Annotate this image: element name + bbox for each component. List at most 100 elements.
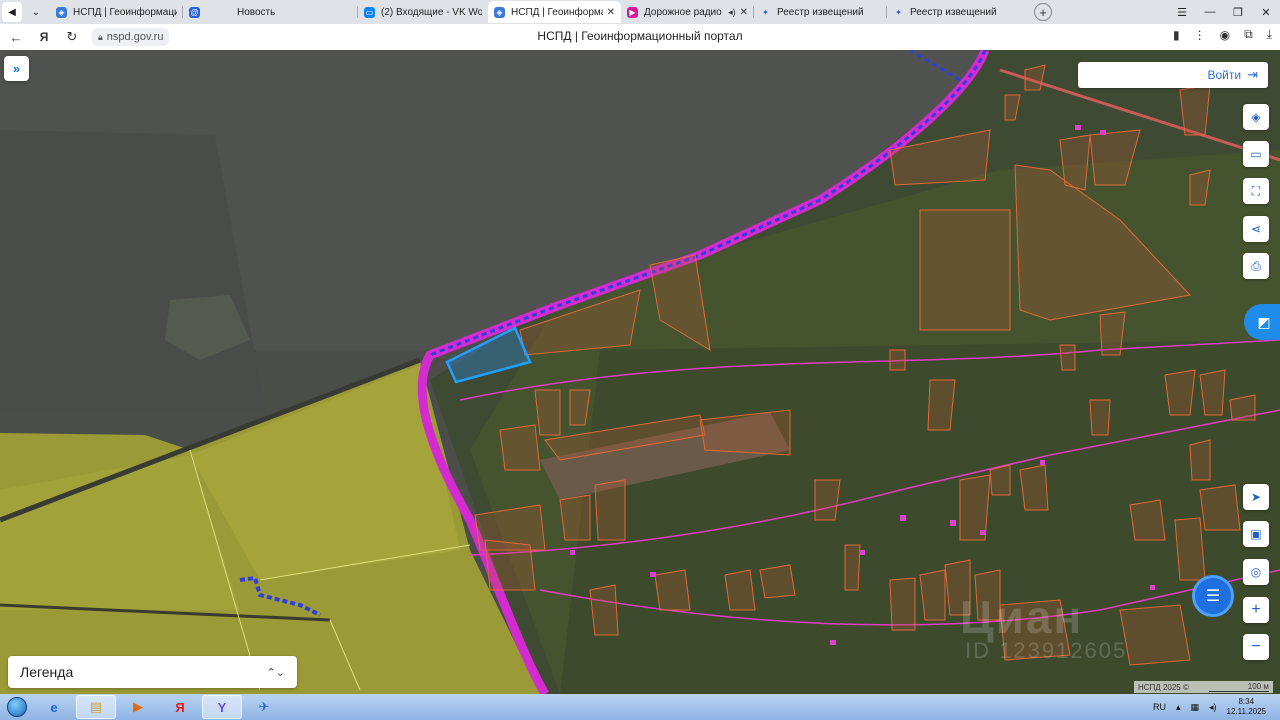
select-area-icon: ⛶ — [1251, 183, 1261, 198]
login-button[interactable]: Войти ⇥ — [1078, 62, 1268, 88]
url-text: nspd.gov.ru — [106, 31, 164, 43]
close-window-icon[interactable]: ✕ — [1252, 6, 1280, 19]
layers-icon: ◈ — [1251, 110, 1261, 124]
legend-label: Легенда — [20, 664, 74, 680]
network-icon[interactable]: ▦ — [1191, 702, 1200, 713]
clock[interactable]: 8:34 12.11.2025 — [1227, 697, 1266, 717]
alice-icon[interactable]: ◉ — [1220, 28, 1230, 42]
page-title: НСПД | Геоинформационный портал — [537, 29, 743, 43]
registry-icon: ✦ — [762, 7, 769, 17]
zoom-out-icon: − — [1251, 638, 1261, 655]
clock-time: 8:34 — [1238, 697, 1255, 706]
map-view[interactable]: Циан ID 123912605 » Войти ⇥ ◈ ▭ ⛶ ⋖ ⎙ ◩ … — [0, 50, 1280, 694]
legend-dropdown[interactable]: Легенда ⌃⌄ — [8, 656, 297, 688]
yandex-icon[interactable]: Я — [160, 695, 200, 719]
system-tray: RU ▴ ▦ ◂) 8:34 12.11.2025 — [1153, 694, 1266, 720]
bookmark-icon[interactable]: ▮ — [1173, 28, 1180, 42]
locate-button[interactable]: ➤ — [1243, 484, 1269, 510]
collections-icon[interactable]: ⧉ — [1244, 27, 1253, 42]
ie-icon[interactable]: e — [34, 695, 74, 719]
minimize-icon[interactable]: — — [1196, 6, 1224, 18]
language-indicator[interactable]: RU — [1153, 702, 1166, 712]
tab-registry-2[interactable]: ✦ Реестр извещений — [887, 1, 1020, 23]
map-attribution: НСПД 2025 © 100 м — [1134, 681, 1273, 693]
tab-registry-1[interactable]: ✦ Реестр извещений — [754, 1, 887, 23]
address-bar-actions: ▮ ⋮ ◉ ⧉ ⤓ — [1173, 27, 1272, 42]
yandex-home-icon[interactable]: Я — [32, 30, 56, 44]
ruler-button[interactable]: ▭ — [1243, 141, 1269, 167]
satellite-map — [0, 50, 1280, 694]
tab-title: НСПД | Геоинформацион — [73, 6, 177, 18]
back-icon[interactable]: ← — [4, 30, 28, 45]
registry-icon: ✦ — [895, 7, 902, 17]
zoom-out-button[interactable]: − — [1243, 634, 1269, 660]
more-icon[interactable]: ⋮ — [1194, 28, 1206, 42]
picture-in-picture-button[interactable]: ▣ — [1243, 521, 1269, 547]
url-field[interactable]: 🔒︎ nspd.gov.ru — [92, 28, 170, 46]
expand-sidebar-button[interactable]: » — [4, 56, 29, 81]
print-icon: ⎙ — [1251, 258, 1261, 273]
vk-workmail-icon: ▭ — [364, 6, 375, 18]
tab-title: (2) Входящие - VK WorkM — [381, 6, 482, 18]
nspd-icon: ◈ — [56, 6, 67, 18]
volume-icon[interactable]: ◂) — [1209, 702, 1217, 713]
browser-tab-bar: ◀︎ ⌄ ◈ НСПД | Геоинформацион @ Новость ▭… — [0, 0, 1280, 24]
tab-title: Реестр извещений — [910, 6, 997, 18]
ruler-icon: ▭ — [1250, 147, 1262, 161]
window-controls: ☰ — ❐ ✕ — [1168, 0, 1280, 24]
new-tab-button[interactable]: + — [1034, 3, 1052, 21]
login-label: Войти — [1207, 68, 1242, 82]
print-button[interactable]: ⎙ — [1243, 253, 1269, 279]
tab-title: НСПД | Геоинформацио — [511, 6, 603, 18]
watermark-id: ID 123912605 — [965, 638, 1128, 663]
downloads-icon[interactable]: ⤓ — [1267, 27, 1272, 42]
menu-icon[interactable]: ☰ — [1168, 6, 1196, 19]
nspd-icon: ◈ — [494, 6, 505, 18]
attribution-text: НСПД 2025 © — [1138, 682, 1189, 692]
media-player-icon[interactable]: ▶ — [118, 695, 158, 719]
chat-bubble-icon: ☰ — [1205, 588, 1221, 605]
tab-nspd-active[interactable]: ◈ НСПД | Геоинформацио ✕ — [488, 1, 621, 23]
plane-icon[interactable]: ✈ — [244, 695, 284, 719]
windows-taskbar: e ▤ ▶ Я Y ✈ RU ▴ ▦ ◂) 8:34 12.11.2025 — [0, 694, 1280, 720]
select-area-button[interactable]: ⛶ — [1243, 178, 1269, 204]
explorer-folder-icon[interactable]: ▤ — [76, 695, 116, 719]
scale-bar: 100 м — [1208, 682, 1269, 692]
tab-title: Дорожное радио — — [644, 6, 724, 18]
tab-news[interactable]: Новость — [223, 1, 358, 23]
close-icon[interactable]: ✕ — [740, 7, 748, 18]
restore-icon[interactable]: ❐ — [1224, 6, 1252, 19]
layers-button[interactable]: ◈ — [1243, 104, 1269, 130]
watermark-text: Циан — [960, 591, 1084, 643]
locate-icon: ➤ — [1250, 490, 1262, 504]
geo-search-button[interactable]: ◎ — [1243, 559, 1269, 585]
chat-button[interactable]: ☰ — [1192, 575, 1234, 617]
zoom-in-icon: + — [1251, 601, 1261, 618]
close-icon[interactable]: ✕ — [607, 7, 615, 18]
clock-date: 12.11.2025 — [1226, 707, 1266, 716]
speaker-icon[interactable]: ◂) — [728, 7, 736, 18]
lock-icon: 🔒︎ — [98, 31, 103, 42]
tray-arrow-icon[interactable]: ▴ — [1176, 702, 1181, 713]
picture-in-picture-icon: ▣ — [1250, 527, 1262, 541]
reload-icon[interactable]: ↻ — [60, 29, 84, 45]
share-button[interactable]: ⋖ — [1243, 216, 1269, 242]
tab-nspd-1[interactable]: ◈ НСПД | Геоинформацион — [50, 1, 183, 23]
rosreestr-logo-icon: ◩ — [1257, 313, 1271, 330]
tabs: ◈ НСПД | Геоинформацион @ Новость ▭ (2) … — [50, 0, 1020, 24]
tab-vk-workmail[interactable]: ▭ (2) Входящие - VK WorkM — [358, 1, 488, 23]
share-icon: ⋖ — [1250, 222, 1262, 236]
tab-mail[interactable]: @ — [183, 1, 223, 23]
geo-search-icon: ◎ — [1250, 565, 1262, 579]
yandex-browser-icon[interactable]: Y — [202, 695, 242, 719]
address-bar: ← Я ↻ 🔒︎ nspd.gov.ru НСПД | Геоинформаци… — [0, 24, 1280, 50]
tab-road-radio[interactable]: ▶ Дорожное радио — ◂) ✕ — [621, 1, 754, 23]
tab-audio-icon[interactable]: ◀︎ — [2, 2, 22, 22]
start-button[interactable] — [2, 694, 32, 720]
double-chevron-right-icon: » — [12, 61, 21, 76]
tab-list-chevron-icon[interactable]: ⌄ — [26, 2, 46, 22]
chevron-up-down-icon: ⌃⌄ — [266, 666, 285, 679]
mail-at-icon: @ — [189, 6, 200, 18]
rosreestr-panel-button[interactable]: ◩ — [1244, 304, 1280, 340]
zoom-in-button[interactable]: + — [1243, 597, 1269, 623]
